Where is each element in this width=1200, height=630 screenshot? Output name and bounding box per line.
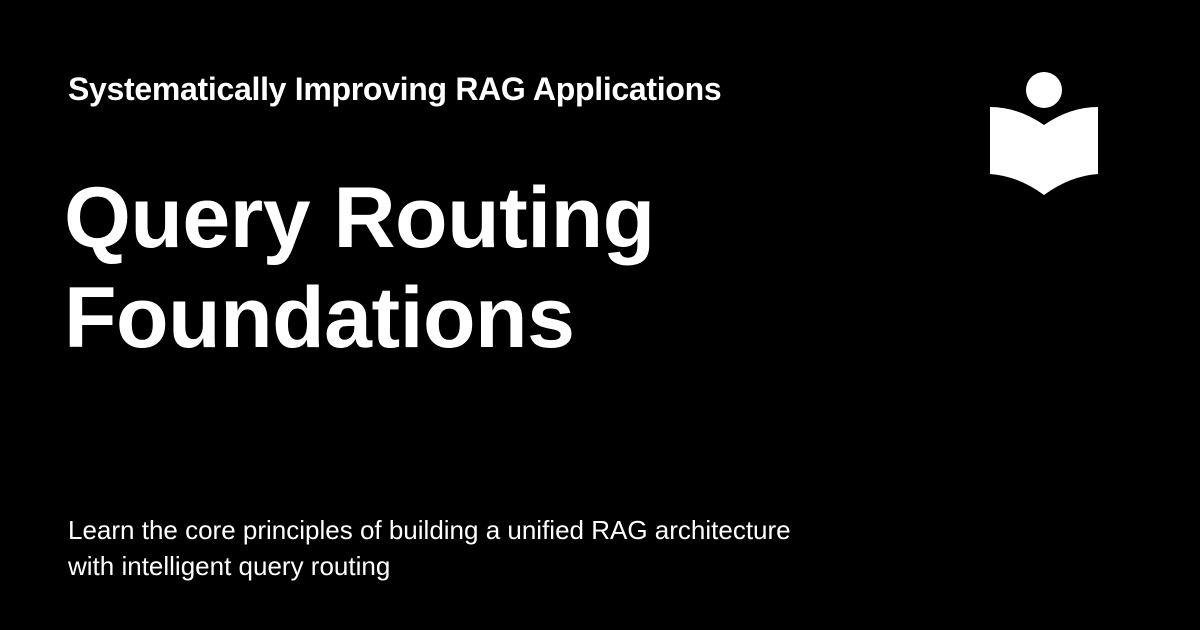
reader-book-icon	[990, 72, 1098, 195]
reader-head	[1026, 72, 1062, 108]
page-title: Query Routing Foundations	[64, 168, 924, 368]
page-title-line-2: Foundations	[64, 270, 575, 366]
page-description-line-2: with intelligent query routing	[68, 551, 391, 581]
page-description-line-1: Learn the core principles of building a …	[68, 515, 791, 545]
social-card: Systematically Improving RAG Application…	[0, 0, 1200, 630]
site-name: Systematically Improving RAG Application…	[68, 71, 722, 107]
page-title-line-1: Query Routing	[64, 170, 655, 266]
page-description: Learn the core principles of building a …	[68, 512, 888, 584]
open-book	[990, 107, 1098, 195]
